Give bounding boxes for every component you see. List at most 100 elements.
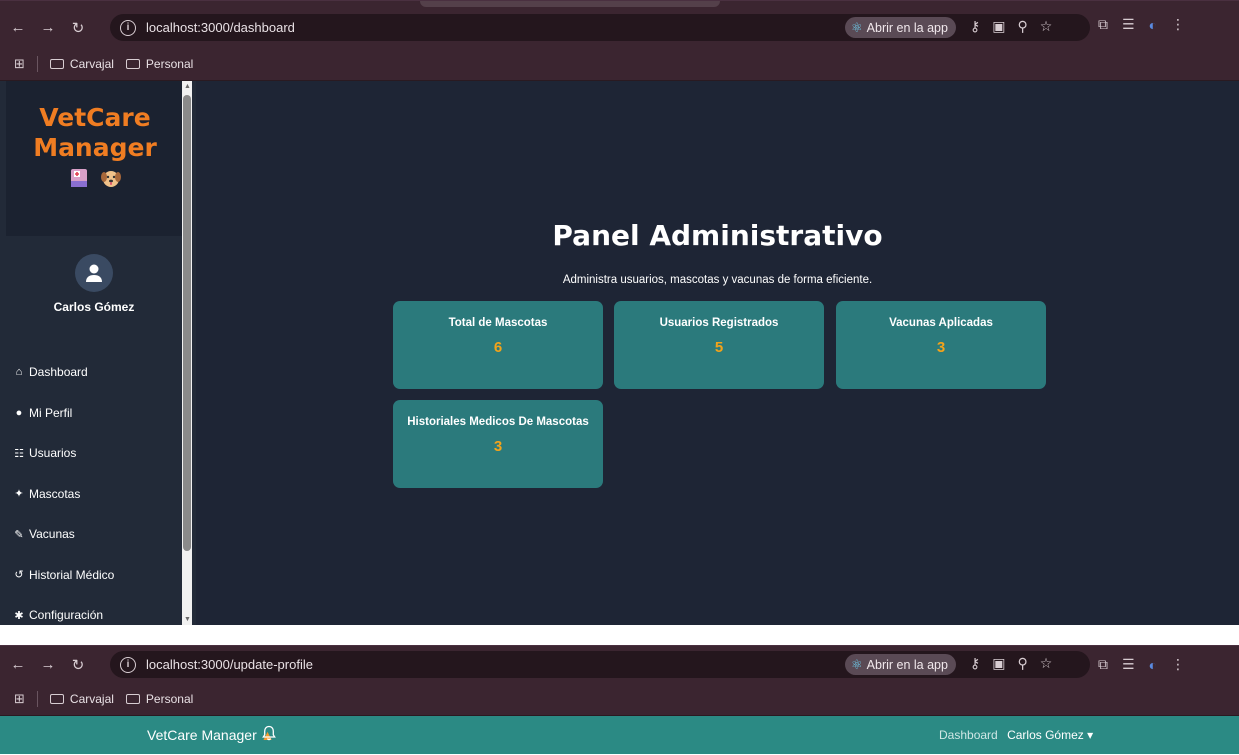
page-title: Panel Administrativo — [552, 219, 883, 252]
zoom-icon[interactable]: ⚲ — [1018, 655, 1028, 672]
top-navbar: VetCare Manager ▲ Dashboard Carlos Gómez… — [0, 716, 1239, 754]
site-info-icon[interactable]: i — [120, 19, 136, 36]
reload-icon[interactable]: ↻ — [66, 656, 90, 674]
folder-icon — [125, 693, 140, 704]
bookmark-folder[interactable]: Carvajal — [49, 57, 114, 71]
sidebar-menu: ⌂ Dashboard ● Mi Perfil ☷ Usuarios ✦ Mascota… — [0, 352, 196, 625]
forward-icon[interactable]: → — [36, 656, 60, 673]
card-title: Historiales Medicos De Mascotas — [407, 416, 589, 428]
sidebar-item-mi-perfil[interactable]: ● Mi Perfil — [12, 393, 196, 434]
key-icon[interactable]: ⚷ — [970, 18, 980, 35]
reading-list-icon[interactable]: ☰ — [1122, 656, 1135, 673]
brand-title-line1: VetCare — [39, 103, 151, 132]
star-icon[interactable]: ☆ — [1040, 655, 1053, 672]
open-in-app-button[interactable]: ⚛ Abrir en la app — [845, 654, 956, 675]
back-icon[interactable]: ← — [6, 656, 30, 673]
navbar-right: Dashboard Carlos Gómez ▾ — [939, 728, 1093, 742]
hospital-icon — [68, 167, 90, 189]
open-in-app-button[interactable]: ⚛ Abrir en la app — [845, 17, 956, 38]
star-icon[interactable]: ☆ — [1040, 18, 1053, 35]
dog-face-icon — [100, 167, 122, 189]
scroll-down-icon[interactable]: ▼ — [184, 616, 191, 623]
card-value: 6 — [493, 339, 503, 356]
sidebar-item-configuracion[interactable]: ✱ Configuración — [12, 595, 196, 625]
stat-card-usuarios-registrados: Usuarios Registrados 5 — [614, 301, 824, 389]
sidebar-item-vacunas[interactable]: ✎ Vacunas — [12, 514, 196, 555]
menu-icon[interactable]: ⋮ — [1171, 16, 1185, 33]
scroll-up-icon[interactable]: ▲ — [184, 83, 191, 90]
card-value: 3 — [493, 438, 503, 455]
sidebar-brand: VetCare Manager — [6, 81, 184, 236]
avatar — [75, 254, 113, 292]
browser-window-dashboard: ← → ↻ i localhost:3000/dashboard ⚛ Abrir… — [0, 0, 1239, 625]
zoom-icon[interactable]: ⚲ — [1018, 18, 1028, 35]
card-title: Vacunas Aplicadas — [889, 317, 993, 329]
sidebar-item-mascotas[interactable]: ✦ Mascotas — [12, 474, 196, 515]
bookmark-folder[interactable]: Personal — [125, 57, 193, 71]
bell-icon[interactable] — [262, 725, 276, 741]
url-text: localhost:3000/update-profile — [146, 657, 313, 672]
reload-icon[interactable]: ↻ — [66, 19, 90, 37]
reading-list-icon[interactable]: ☰ — [1122, 16, 1135, 33]
card-title: Total de Mascotas — [448, 317, 548, 329]
nav-link-dashboard[interactable]: Dashboard — [939, 728, 998, 742]
apps-grid-icon[interactable]: ⊞ — [14, 691, 25, 707]
pets-icon: ✦ — [14, 488, 24, 501]
dashboard-app: VetCare Manager Carlos Gómez ⌂ Dashboard … — [0, 81, 1239, 625]
site-info-icon[interactable]: i — [120, 656, 136, 673]
profile-icon[interactable]: ◐ — [1149, 657, 1157, 673]
syringe-icon: ✎ — [14, 528, 24, 541]
user-menu-dropdown[interactable]: Carlos Gómez ▾ — [1007, 728, 1093, 742]
translate-icon[interactable]: ▣ — [992, 18, 1005, 35]
sidebar-item-historial-medico[interactable]: ↺ Historial Médico — [12, 555, 196, 596]
url-text: localhost:3000/dashboard — [146, 20, 295, 35]
react-icon: ⚛ — [851, 656, 863, 672]
sidebar-item-usuarios[interactable]: ☷ Usuarios — [12, 433, 196, 474]
sidebar: VetCare Manager Carlos Gómez ⌂ Dashboard … — [0, 81, 196, 625]
address-bar[interactable]: i localhost:3000/dashboard ⚛ Abrir en la… — [110, 14, 1090, 41]
forward-icon[interactable]: → — [36, 19, 60, 36]
react-icon: ⚛ — [851, 19, 863, 35]
folder-icon — [125, 58, 140, 69]
apps-grid-icon[interactable]: ⊞ — [14, 56, 25, 72]
card-title: Usuarios Registrados — [659, 317, 779, 329]
card-value: 5 — [714, 339, 724, 356]
main-content: Panel Administrativo Administra usuarios… — [196, 81, 1239, 625]
folder-icon — [49, 58, 64, 69]
stat-card-historiales-medicos: Historiales Medicos De Mascotas 3 — [393, 400, 603, 488]
brand-title-line2: Manager — [33, 133, 157, 162]
menu-icon[interactable]: ⋮ — [1171, 656, 1185, 673]
gear-icon: ✱ — [14, 609, 24, 622]
home-icon: ⌂ — [15, 366, 23, 379]
user-icon: ● — [15, 406, 23, 419]
extensions-icon[interactable]: ⧉ — [1098, 16, 1108, 33]
sidebar-user-name: Carlos Gómez — [53, 300, 135, 314]
scrollbar-thumb[interactable] — [183, 95, 191, 551]
bookmarks-bar: ⊞ Carvajal Personal — [0, 47, 1239, 81]
card-value: 3 — [936, 339, 946, 356]
stat-card-vacunas-aplicadas: Vacunas Aplicadas 3 — [836, 301, 1046, 389]
extensions-icon[interactable]: ⧉ — [1098, 656, 1108, 673]
history-icon: ↺ — [14, 569, 24, 582]
back-icon[interactable]: ← — [6, 19, 30, 36]
stat-card-total-mascotas: Total de Mascotas 6 — [393, 301, 603, 389]
browser-toolbar: ← → ↻ i localhost:3000/dashboard ⚛ Abrir… — [0, 0, 1239, 47]
address-bar[interactable]: i localhost:3000/update-profile ⚛ Abrir … — [110, 651, 1090, 678]
folder-icon — [49, 693, 64, 704]
navbar-brand[interactable]: VetCare Manager ▲ — [147, 727, 274, 743]
sidebar-item-dashboard[interactable]: ⌂ Dashboard — [12, 352, 196, 393]
users-icon: ☷ — [14, 447, 24, 460]
profile-icon[interactable]: ◐ — [1149, 17, 1157, 33]
bookmark-folder[interactable]: Carvajal — [49, 692, 114, 706]
page-subtitle: Administra usuarios, mascotas y vacunas … — [562, 274, 873, 286]
user-avatar-icon — [86, 264, 102, 282]
browser-window-update-profile: ← → ↻ i localhost:3000/update-profile ⚛ … — [0, 645, 1239, 755]
bookmarks-bar: ⊞ Carvajal Personal — [0, 682, 1239, 716]
open-in-app-label: Abrir en la app — [866, 657, 948, 672]
translate-icon[interactable]: ▣ — [992, 655, 1005, 672]
browser-toolbar: ← → ↻ i localhost:3000/update-profile ⚛ … — [0, 645, 1239, 682]
open-in-app-label: Abrir en la app — [866, 20, 948, 35]
bookmark-folder[interactable]: Personal — [125, 692, 193, 706]
sidebar-scrollbar[interactable]: ▲ ▼ — [182, 81, 192, 625]
key-icon[interactable]: ⚷ — [970, 655, 980, 672]
